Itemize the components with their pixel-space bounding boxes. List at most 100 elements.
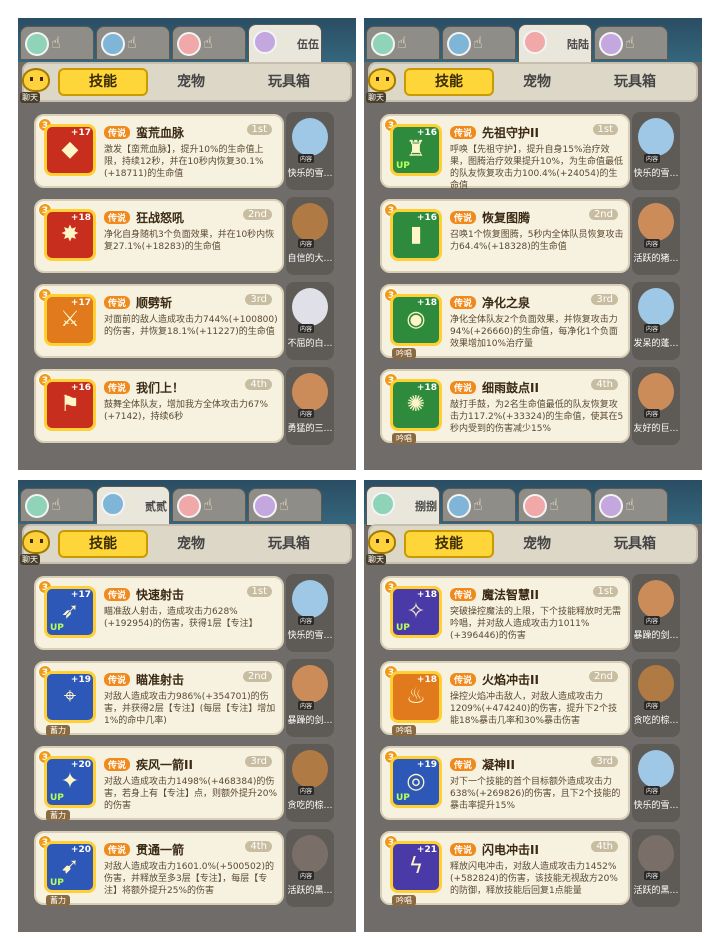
legend-badge: 传说 [104, 126, 131, 139]
pet-name: 自信的大… [287, 254, 333, 264]
skill-description: 对下一个技能的首个目标额外造成攻击力638%(+269826)的伤害，且下2个技… [450, 777, 621, 811]
pet-card[interactable]: 内容 快乐的雪… [286, 112, 334, 190]
hero-avatar [599, 494, 623, 518]
skill-card[interactable]: 3 ▮ +16 传说 恢复图腾 2nd 召唤1个恢复图腾，5秒内全体队员恢复攻击… [380, 199, 630, 273]
skill-card[interactable]: 3 ➶ +17 UP 传说 快速射击 1st 瞄准敌人射击，造成攻击力628%(… [34, 576, 284, 650]
pet-card[interactable]: 内容 勇猛的三… [286, 367, 334, 445]
skill-card[interactable]: 3 ✦ +20 UP 蓄力 传说 疾风一箭II 3rd 对敌人造成攻击力1498… [34, 746, 284, 821]
pet-card[interactable]: 内容 自信的大… [286, 197, 334, 275]
hero-tab[interactable]: ☝ [248, 488, 322, 522]
pet-portrait [292, 203, 328, 241]
skill-icon: ✦ +20 UP [44, 756, 96, 808]
hero-tab[interactable]: ☝ [594, 26, 668, 60]
skill-card[interactable]: 3 ✸ +18 传说 狂战怒吼 2nd 净化自身随机3个负面效果，并在10秒内恢… [34, 199, 284, 273]
legend-badge: 传说 [450, 843, 477, 856]
tab-skill[interactable]: 技能 [404, 530, 494, 558]
hero-tab[interactable]: ☝ [442, 26, 516, 60]
skill-description: 对敌人造成攻击力1601.0%(+500502)的伤害，并释放至多3层【专注】，… [104, 862, 274, 896]
skill-card[interactable]: 3 ➹ +20 UP 蓄力 传说 贯通一箭 4th 对敌人造成攻击力1601.0… [34, 831, 284, 906]
chat-button[interactable]: 聊天 [20, 66, 54, 106]
skill-order: 4th [591, 379, 618, 390]
pet-tag: 内容 [298, 616, 315, 625]
hero-tab[interactable]: ☝ [96, 26, 170, 60]
pet-card[interactable]: 内容 活跃的黑… [286, 829, 334, 907]
skill-name: 细雨鼓点II [482, 381, 539, 395]
tab-toybox[interactable]: 玩具箱 [244, 68, 334, 96]
skill-card[interactable]: 3 ⌖ +19 蓄力 传说 瞄准射击 2nd 对敌人造成攻击力986%(+354… [34, 661, 284, 736]
tab-toybox[interactable]: 玩具箱 [244, 530, 334, 558]
pet-card[interactable]: 内容 贪吃的棕… [286, 744, 334, 822]
skill-card[interactable]: 3 ✧ +18 UP 传说 魔法智慧II 1st 突破操控魔法的上限，下个技能释… [380, 576, 630, 650]
skill-name: 凝神II [482, 758, 515, 772]
tab-pet[interactable]: 宠物 [492, 68, 582, 96]
skill-description: 净化全体队友2个负面效果，并恢复攻击力94%(+26660)的生命值，每净化1个… [450, 315, 618, 349]
legend-badge: 传说 [104, 588, 131, 601]
pet-card[interactable]: 内容 暴躁的剑… [632, 574, 680, 652]
pet-tag: 内容 [298, 786, 315, 795]
pet-tag: 内容 [644, 154, 661, 163]
skill-name: 狂战怒吼 [136, 211, 185, 225]
skill-card[interactable]: 3 ⚑ +16 传说 我们上！ 4th 鼓舞全体队友，增加我方全体攻击力67%(… [34, 369, 284, 443]
hero-tab[interactable]: ☝ 贰贰 [96, 486, 170, 526]
hero-tab[interactable]: ☝ [442, 488, 516, 522]
skill-level: +16 [70, 383, 91, 393]
tab-pet[interactable]: 宠物 [146, 530, 236, 558]
skill-name: 魔法智慧II [482, 588, 539, 602]
skill-card[interactable]: 3 ◆ +17 传说 蛮荒血脉 1st 激发【蛮荒血脉】，提升10%的生命值上限… [34, 114, 284, 188]
chat-button[interactable]: 聊天 [366, 66, 400, 106]
tab-skill[interactable]: 技能 [58, 530, 148, 558]
skill-card[interactable]: 3 ◉ +18 吟唱 传说 净化之泉 3rd 净化全体队友2个负面效果，并恢复攻… [380, 284, 630, 359]
tab-skill[interactable]: 技能 [58, 68, 148, 96]
pet-card[interactable]: 内容 活跃的黑… [632, 829, 680, 907]
hero-tab[interactable]: ☝ [20, 26, 94, 60]
pet-card[interactable]: 内容 发呆的蓬… [632, 282, 680, 360]
hero-tab[interactable]: ☝ [20, 488, 94, 522]
skill-card[interactable]: 3 ♜ +16 UP 传说 先祖守护II 1st 呼唤【先祖守护】，提升自身15… [380, 114, 630, 191]
hero-tab[interactable]: ☝ [594, 488, 668, 522]
skill-name: 先祖守护II [482, 126, 539, 140]
pet-name: 发呆的蓬… [633, 339, 679, 349]
pet-card[interactable]: 内容 暴躁的剑… [286, 659, 334, 737]
pet-tag: 内容 [298, 154, 315, 163]
hero-tab[interactable]: ☝ [172, 488, 246, 522]
pet-card[interactable]: 内容 贪吃的棕… [632, 659, 680, 737]
hero-avatar [371, 492, 395, 516]
pet-portrait [638, 580, 674, 618]
skill-card[interactable]: 3 ♨ +18 吟唱 传说 火焰冲击II 2nd 操控火焰冲击敌人，对敌人造成攻… [380, 661, 630, 736]
tab-skill[interactable]: 技能 [404, 68, 494, 96]
pet-card[interactable]: 内容 友好的巨… [632, 367, 680, 445]
hand-icon: ☝ [279, 495, 289, 514]
pet-name: 暴躁的剑… [287, 716, 333, 726]
hero-tab[interactable]: ☝ 捌捌 [366, 486, 440, 526]
skill-card[interactable]: 3 ✺ +18 吟唱 传说 细雨鼓点II 4th 敲打手鼓，为2名生命值最低的队… [380, 369, 630, 444]
chat-button[interactable]: 聊天 [366, 528, 400, 568]
hero-tab[interactable]: ☝ [366, 26, 440, 60]
tab-pet[interactable]: 宠物 [492, 530, 582, 558]
pet-portrait [638, 118, 674, 156]
skill-card[interactable]: 3 ⚔ +17 传说 顺劈斩 3rd 对面前的敌人造成攻击力744%(+1008… [34, 284, 284, 358]
skill-icon: ➶ +17 UP [44, 586, 96, 638]
skill-card[interactable]: 3 ϟ +21 吟唱 传说 闪电冲击II 4th 释放闪电冲击，对敌人造成攻击力… [380, 831, 630, 906]
tab-pet[interactable]: 宠物 [146, 68, 236, 96]
hero-tab[interactable]: ☝ [518, 488, 592, 522]
hero-tab[interactable]: ☝ 伍伍 [248, 24, 322, 64]
pet-card[interactable]: 内容 活跃的猪… [632, 197, 680, 275]
tab-toybox[interactable]: 玩具箱 [590, 530, 680, 558]
hero-avatar [447, 494, 471, 518]
hero-avatar [523, 30, 547, 54]
skill-level: +18 [416, 675, 437, 685]
pet-card[interactable]: 内容 快乐的雪… [286, 574, 334, 652]
chat-button[interactable]: 聊天 [20, 528, 54, 568]
skill-icon: ◉ +18 [390, 294, 442, 346]
hero-tab[interactable]: ☝ [172, 26, 246, 60]
pet-card[interactable]: 内容 快乐的雪… [632, 744, 680, 822]
pet-card[interactable]: 内容 不屈的白… [286, 282, 334, 360]
skill-order: 2nd [242, 209, 272, 220]
tab-toybox[interactable]: 玩具箱 [590, 68, 680, 96]
pet-card[interactable]: 内容 快乐的雪… [632, 112, 680, 190]
skill-card[interactable]: 3 ◎ +19 UP 传说 凝神II 3rd 对下一个技能的首个目标额外造成攻击… [380, 746, 630, 820]
legend-badge: 传说 [104, 843, 131, 856]
chat-label: 聊天 [20, 92, 40, 103]
hero-tab[interactable]: ☝ 陆陆 [518, 24, 592, 64]
hand-icon: ☝ [279, 31, 289, 50]
